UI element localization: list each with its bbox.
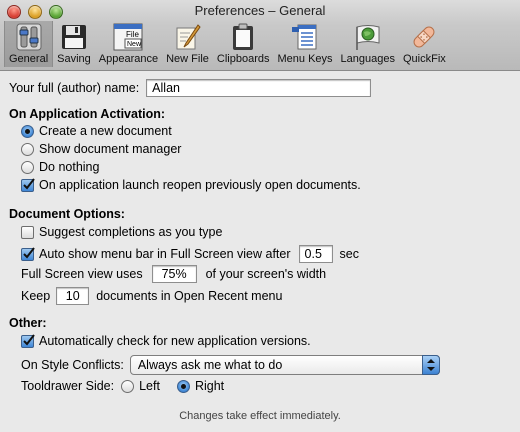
radio-label: Show document manager	[39, 142, 182, 156]
style-conflicts-row: On Style Conflicts: Always ask me what t…	[21, 355, 440, 375]
toolbar-item-general[interactable]: General	[4, 21, 54, 67]
other-heading: Other:	[9, 316, 47, 330]
toolbar-item-label: New File	[166, 53, 209, 65]
radio-label: Right	[194, 379, 225, 393]
checkbox-label: Suggest completions as you type	[39, 225, 223, 239]
appearance-icon-file-text: File	[126, 30, 139, 39]
activation-option-create[interactable]: Create a new document	[21, 124, 172, 138]
tooldrawer-label: Tooldrawer Side:	[21, 379, 115, 393]
radio-show-document-manager[interactable]	[21, 142, 34, 156]
appearance-icon-new-text: New	[127, 41, 142, 48]
toolbar-item-label: Clipboards	[216, 53, 270, 65]
toolbar-item-appearance[interactable]: File New Appearance	[95, 21, 162, 67]
activation-heading: On Application Activation:	[9, 107, 166, 121]
window-title: Preferences – General	[194, 3, 326, 18]
toolbar-item-label: Languages	[340, 53, 395, 65]
toolbar-item-label: General	[9, 53, 49, 65]
recent-suffix: documents in Open Recent menu	[96, 289, 283, 303]
bandage-icon	[408, 22, 440, 52]
radio-label: Do nothing	[39, 160, 100, 174]
floppy-disk-icon	[58, 22, 90, 52]
radio-create-new-document[interactable]	[21, 124, 34, 138]
file-new-appearance-icon: File New	[112, 22, 144, 52]
activation-option-manager[interactable]: Show document manager	[21, 142, 181, 156]
autoshow-menubar-option: Auto show menu bar in Full Screen view a…	[21, 245, 359, 263]
style-conflicts-value: Always ask me what to do	[137, 358, 283, 372]
toolbar: General Saving File New Appearance New F…	[4, 21, 450, 69]
fullscreen-width-row: Full Screen view uses 75% of your screen…	[21, 265, 326, 283]
toolbar-item-quickfix[interactable]: QuickFix	[399, 21, 450, 67]
fullscreen-prefix: Full Screen view uses	[21, 267, 143, 281]
menu-keys-icon	[289, 22, 321, 52]
checkbox-label: On application launch reopen previously …	[39, 178, 361, 192]
globe-flag-icon	[352, 22, 384, 52]
changes-note: Changes take effect immediately.	[179, 410, 341, 422]
recent-documents-field[interactable]: 10	[56, 287, 90, 305]
titlebar: Preferences – General General Saving Fil…	[0, 0, 520, 71]
radio-label: Create a new document	[39, 124, 172, 138]
auto-check-updates-option[interactable]: Automatically check for new application …	[21, 333, 311, 348]
style-conflicts-popup[interactable]: Always ask me what to do	[129, 355, 440, 375]
toolbar-item-label: Saving	[57, 53, 91, 65]
autoshow-delay-field[interactable]: 0.5	[298, 245, 333, 263]
recent-prefix: Keep	[21, 289, 51, 303]
tooldrawer-side-row: Tooldrawer Side: Left Right	[21, 379, 224, 393]
suggest-completions-checkbox[interactable]	[21, 225, 34, 239]
checkbox-label: Auto show menu bar in Full Screen view a…	[39, 247, 291, 261]
style-conflicts-label: On Style Conflicts:	[21, 358, 124, 372]
preferences-content: Your full (author) name: Allan On Applic…	[0, 71, 520, 432]
preferences-window: Preferences – General General Saving Fil…	[0, 0, 520, 432]
checkbox-label: Automatically check for new application …	[39, 334, 311, 348]
toolbar-item-saving[interactable]: Saving	[53, 21, 95, 67]
chevron-up-down-icon	[421, 355, 440, 375]
activation-option-nothing[interactable]: Do nothing	[21, 160, 99, 174]
radio-tooldrawer-right[interactable]	[176, 379, 190, 393]
radio-label: Left	[139, 379, 160, 393]
toolbar-item-new-file[interactable]: New File	[162, 21, 213, 67]
toolbar-item-menu-keys[interactable]: Menu Keys	[274, 21, 337, 67]
suggest-completions-option[interactable]: Suggest completions as you type	[21, 225, 222, 239]
toolbar-item-clipboards[interactable]: Clipboards	[213, 21, 274, 67]
auto-check-updates-checkbox[interactable]	[21, 333, 35, 348]
fullscreen-width-field[interactable]: 75%	[151, 265, 197, 283]
radio-do-nothing[interactable]	[21, 160, 34, 174]
reopen-documents-checkbox[interactable]	[21, 177, 35, 192]
toolbar-item-label: Appearance	[98, 53, 159, 65]
document-options-heading: Document Options:	[9, 207, 125, 221]
reopen-documents-option[interactable]: On application launch reopen previously …	[21, 177, 361, 192]
recent-documents-row: Keep 10 documents in Open Recent menu	[21, 287, 282, 305]
autoshow-unit: sec	[339, 247, 359, 261]
author-label: Your full (author) name:	[9, 81, 140, 95]
toolbar-item-languages[interactable]: Languages	[337, 21, 399, 67]
clipboard-icon	[227, 22, 259, 52]
author-name-field[interactable]: Allan	[146, 79, 372, 97]
switches-icon	[13, 22, 45, 52]
radio-tooldrawer-left[interactable]	[121, 379, 135, 393]
author-row: Your full (author) name: Allan	[9, 79, 372, 97]
quill-pen-icon	[172, 22, 204, 52]
toolbar-item-label: Menu Keys	[277, 53, 333, 65]
autoshow-menubar-checkbox[interactable]	[21, 246, 35, 261]
toolbar-item-label: QuickFix	[402, 53, 446, 65]
fullscreen-suffix: of your screen's width	[205, 267, 327, 281]
